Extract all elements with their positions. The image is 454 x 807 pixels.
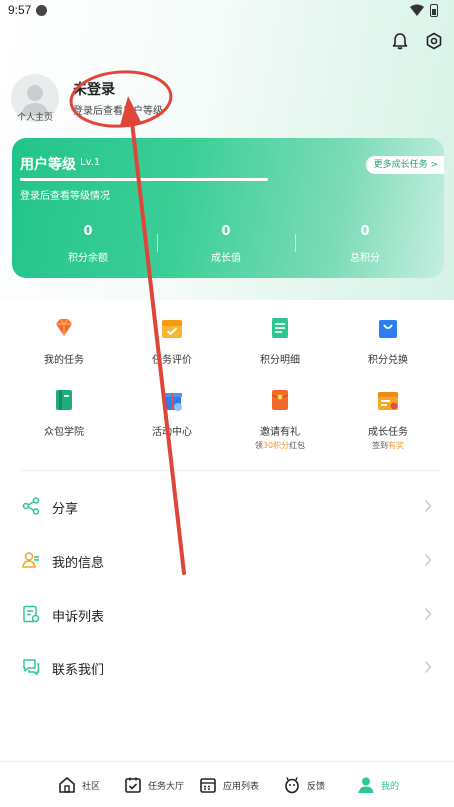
reward-note-highlight: 30积分 [262, 441, 290, 450]
gift-box-icon [162, 393, 182, 411]
diamond-icon [56, 318, 72, 336]
growth-reward-note: 签到有奖 [338, 440, 438, 451]
chevron-right-icon [424, 607, 432, 621]
grid-points-detail[interactable]: 积分明细 [230, 316, 330, 366]
menu-label: 申诉列表 [52, 610, 105, 625]
level-progress-bar [20, 178, 268, 181]
grid-my-tasks[interactable]: 我的任务 [14, 316, 114, 366]
book-icon [56, 390, 72, 410]
tab-task-hall[interactable]: 任务大厅 [124, 776, 188, 794]
level-hint: 登录后查看等级情况 [20, 191, 110, 202]
chat-icon [23, 659, 40, 676]
level-title: 用户等级 [20, 157, 76, 173]
grid-label: 邀请有礼 [260, 427, 300, 438]
tab-community[interactable]: 社区 [58, 776, 108, 794]
reward-note-suffix: 红包 [289, 441, 306, 450]
tab-label: 应用列表 [223, 782, 260, 792]
user-subtitle: 登录后查看用户等级 [73, 106, 163, 117]
task-hall-icon [125, 777, 141, 793]
red-envelope-icon [271, 390, 289, 410]
grid-label: 活动中心 [152, 427, 192, 438]
grid-invite-gift[interactable]: 邀请有礼 领30积分红包 [230, 388, 330, 451]
grid-growth-tasks[interactable]: 成长任务 签到有奖 [338, 388, 438, 451]
grid-points-redeem[interactable]: 积分兑换 [338, 316, 438, 366]
grid-label: 成长任务 [368, 427, 408, 438]
tab-mine[interactable]: 我的 [357, 776, 407, 794]
stat-value: 0 [360, 224, 370, 239]
wifi-icon [410, 4, 424, 16]
reward-note-highlight: 有奖 [388, 441, 404, 450]
growth-calendar-icon [378, 392, 398, 410]
user-level-card[interactable]: 用户等级 Lv.1 更多成长任务 > 登录后查看等级情况 0 积分余额 0 成长… [12, 138, 444, 278]
tab-app-list[interactable]: 应用列表 [199, 776, 263, 794]
appeal-list-icon [23, 605, 40, 623]
invite-reward-note: 领30积分红包 [230, 440, 330, 451]
app-list-icon [200, 778, 216, 793]
user-name[interactable]: 未登录 [73, 79, 115, 99]
bottom-tab-bar: 社区 任务大厅 应用列表 反馈 我的 [0, 761, 454, 807]
reward-note-prefix: 领 [254, 441, 263, 450]
gear-icon[interactable] [425, 32, 443, 50]
stat-divider [295, 234, 296, 252]
stat-value: 0 [83, 224, 93, 239]
tab-label: 社区 [82, 782, 101, 792]
home-icon [59, 777, 75, 793]
user-info-icon [22, 552, 39, 568]
chevron-right-icon [424, 660, 432, 674]
stat-label: 成长值 [211, 253, 241, 264]
level-progress-fill [20, 178, 268, 181]
tab-feedback[interactable]: 反馈 [283, 776, 333, 794]
battery-icon [430, 4, 438, 17]
avatar-label[interactable]: 个人主页 [17, 110, 53, 123]
stat-value: 0 [221, 224, 231, 239]
notification-dot-icon [36, 5, 47, 16]
stat-total-points[interactable]: 0 总积分 [305, 224, 425, 264]
level-badge: Lv.1 [80, 157, 101, 168]
grid-activity-center[interactable]: 活动中心 [122, 388, 222, 438]
stat-divider [157, 234, 158, 252]
status-bar: 9:57 [0, 0, 454, 22]
stat-label: 积分余额 [68, 253, 108, 264]
grid-label: 我的任务 [44, 355, 84, 366]
stat-growth-value[interactable]: 0 成长值 [166, 224, 286, 264]
grid-label: 积分兑换 [368, 355, 408, 366]
stat-points-balance[interactable]: 0 积分余额 [28, 224, 148, 264]
menu-item-share[interactable]: 分享 [0, 487, 454, 527]
share-icon [22, 497, 40, 515]
menu-label: 分享 [52, 502, 79, 517]
shopping-bag-icon [379, 320, 397, 338]
chevron-right-icon [424, 499, 432, 513]
grid-label: 积分明细 [260, 355, 300, 366]
menu-label: 我的信息 [52, 556, 105, 571]
grid-task-review[interactable]: 任务评价 [122, 316, 222, 366]
reward-note-prefix: 签到 [372, 441, 388, 450]
tab-label: 我的 [381, 782, 400, 792]
feedback-icon [285, 777, 299, 794]
menu-item-appeal-list[interactable]: 申诉列表 [0, 595, 454, 635]
grid-label: 众包学院 [44, 427, 84, 438]
menu-item-contact-us[interactable]: 联系我们 [0, 648, 454, 688]
profile-icon [358, 777, 374, 793]
status-time: 9:57 [8, 3, 32, 17]
stat-label: 总积分 [350, 253, 380, 264]
document-icon [272, 318, 288, 338]
menu-label: 联系我们 [52, 663, 105, 678]
tab-label: 反馈 [307, 782, 326, 792]
grid-academy[interactable]: 众包学院 [14, 388, 114, 438]
tab-label: 任务大厅 [148, 782, 185, 792]
more-growth-tasks-button[interactable]: 更多成长任务 > [365, 156, 444, 174]
menu-item-my-info[interactable]: 我的信息 [0, 541, 454, 581]
bell-icon[interactable] [391, 32, 409, 50]
chevron-right-icon [424, 553, 432, 567]
section-divider [20, 470, 440, 471]
grid-label: 任务评价 [152, 355, 192, 366]
calendar-check-icon [162, 320, 182, 338]
